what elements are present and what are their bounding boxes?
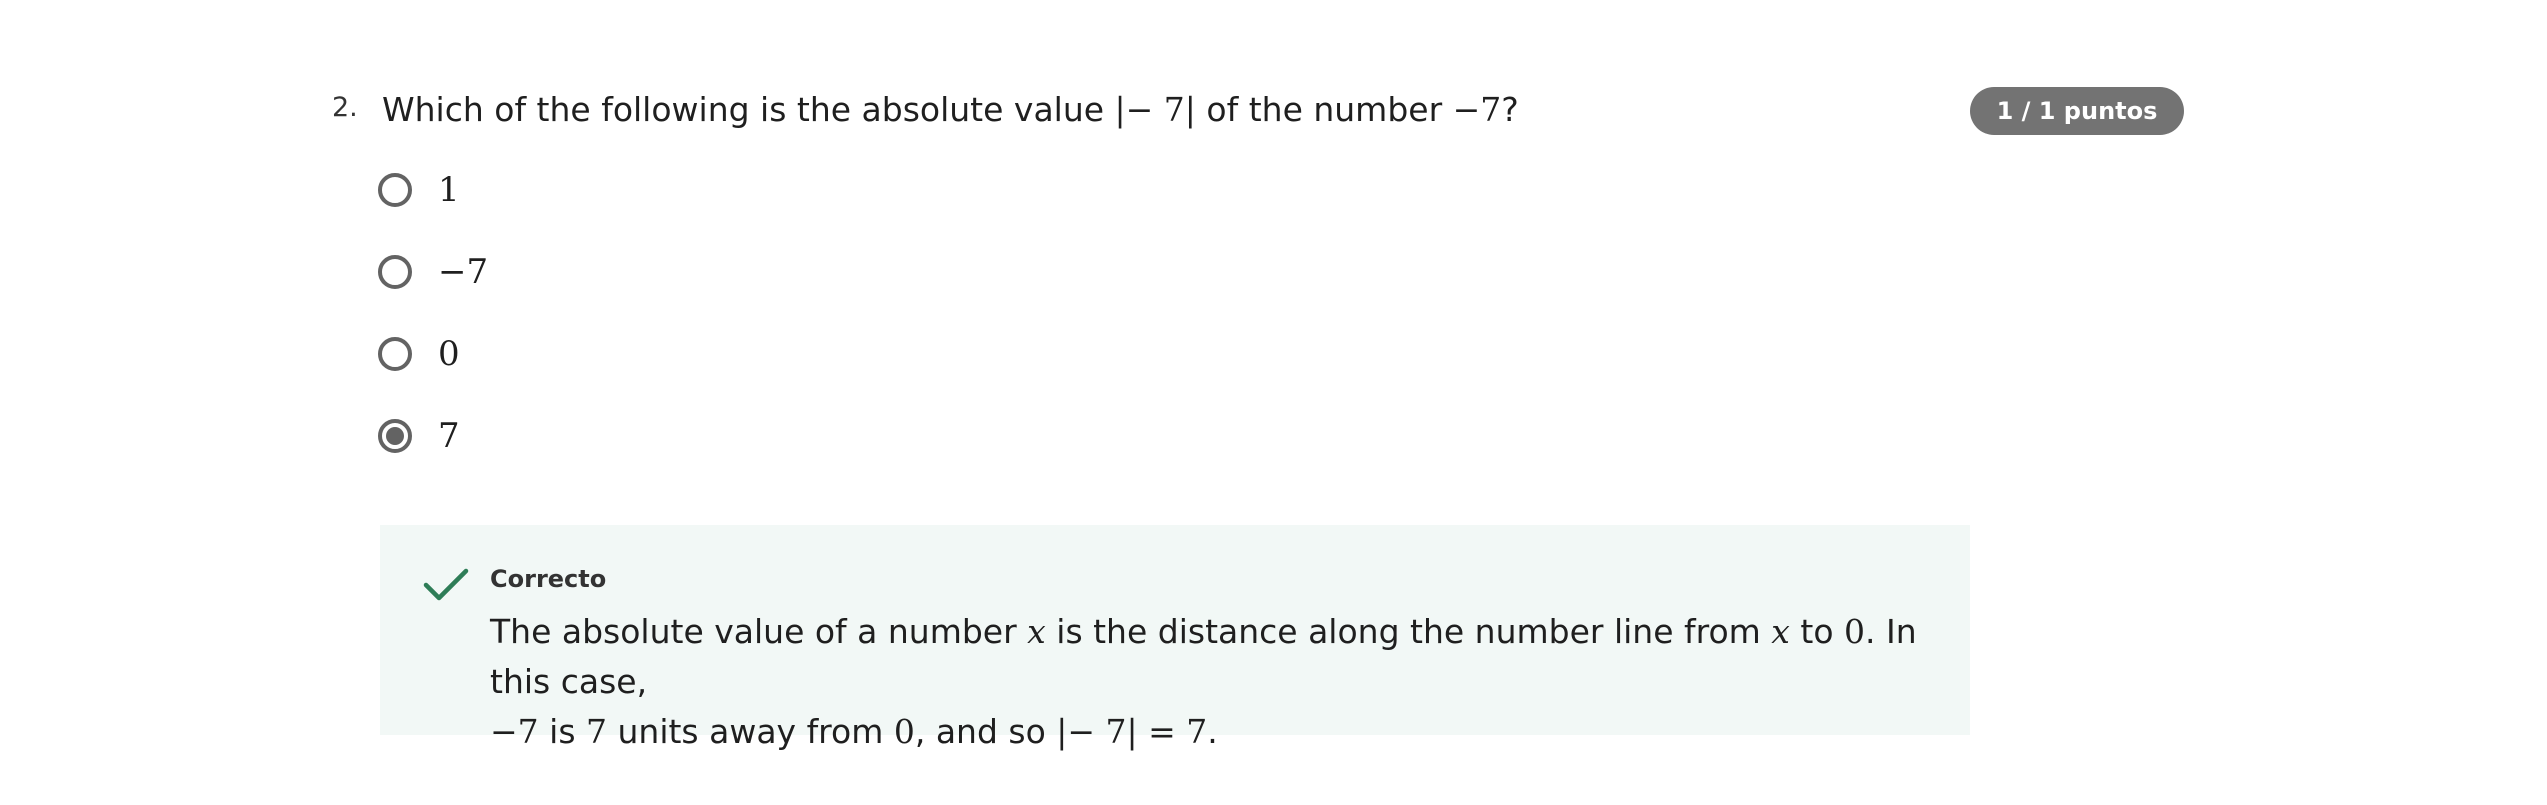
- math-negative-seven: −7: [490, 712, 539, 751]
- option-label: 7: [438, 416, 460, 456]
- option-label: −7: [438, 252, 489, 292]
- answer-option-3[interactable]: 0: [378, 334, 488, 416]
- math-zero: 0: [893, 712, 915, 751]
- feedback-panel: Correcto The absolute value of a number …: [380, 525, 1970, 751]
- answer-option-2[interactable]: −7: [378, 252, 488, 334]
- math-variable-x: x: [1771, 612, 1790, 651]
- check-icon: [423, 568, 469, 601]
- feedback-text-part: , and so: [914, 712, 1057, 751]
- feedback-text-part: The absolute value of a number: [490, 612, 1028, 651]
- feedback-text-part: to: [1789, 612, 1845, 651]
- answer-option-4[interactable]: 7: [378, 416, 488, 498]
- math-abs-expression: |− 7|: [1114, 90, 1196, 129]
- option-label: 1: [438, 170, 460, 210]
- question-number: 2.: [332, 92, 358, 123]
- radio-button[interactable]: [378, 173, 412, 207]
- feedback-text-part: units away from: [607, 712, 894, 751]
- feedback-text-part: is the distance along the number line fr…: [1045, 612, 1772, 651]
- question-text-part: ?: [1501, 90, 1519, 129]
- score-badge: 1 / 1 puntos: [1970, 87, 2184, 135]
- answer-options: 1 −7 0 7: [378, 170, 488, 498]
- question-text-part: Which of the following is the absolute v…: [382, 90, 1115, 129]
- option-label: 0: [438, 334, 460, 374]
- feedback-text-part: .: [1207, 712, 1218, 751]
- math-negative-seven: −7: [1452, 90, 1502, 129]
- question-text-part: of the number: [1195, 90, 1453, 129]
- radio-button-selected[interactable]: [378, 419, 412, 453]
- math-variable-x: x: [1027, 612, 1046, 651]
- math-equation: |− 7| = 7: [1056, 712, 1208, 751]
- math-zero: 0: [1844, 612, 1866, 651]
- math-seven: 7: [586, 712, 607, 751]
- feedback-explanation: The absolute value of a number x is the …: [490, 607, 1950, 757]
- question-text: Which of the following is the absolute v…: [382, 84, 1519, 136]
- answer-option-1[interactable]: 1: [378, 170, 488, 252]
- radio-button[interactable]: [378, 337, 412, 371]
- radio-button[interactable]: [378, 255, 412, 289]
- feedback-text-part: is: [538, 712, 586, 751]
- feedback-status: Correcto: [490, 565, 607, 593]
